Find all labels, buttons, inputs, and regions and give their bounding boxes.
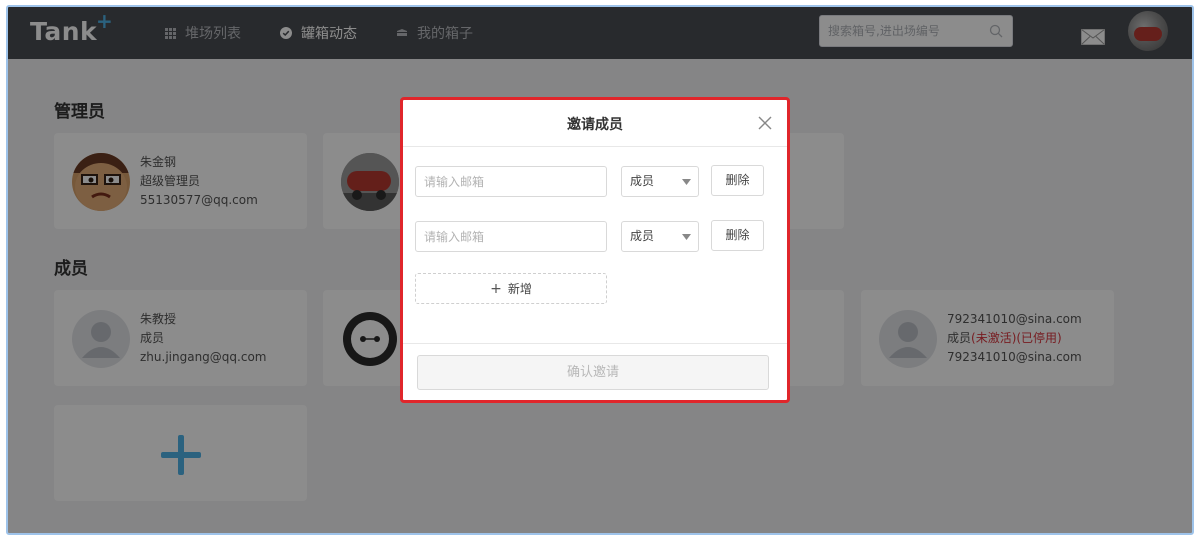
modal-header: 邀请成员 [403, 100, 787, 147]
add-row-label: 新增 [507, 282, 532, 296]
app-frame: Tank + 堆场列表 罐箱动态 我的箱子 搜索箱号,进出场编号 管理员 朱金钢… [6, 5, 1194, 535]
close-icon[interactable] [758, 116, 772, 130]
modal-footer: 确认邀请 [403, 343, 787, 403]
delete-button[interactable]: 删除 [711, 165, 764, 196]
add-row-button[interactable]: + 新增 [415, 273, 607, 304]
caret-down-icon [682, 234, 691, 240]
role-select[interactable]: 成员 [621, 166, 699, 197]
delete-button[interactable]: 删除 [711, 220, 764, 251]
invite-row: 成员 删除 [415, 220, 775, 253]
invite-member-modal: 邀请成员 成员 删除 成员 删除 + 新增 [400, 97, 790, 403]
email-field[interactable] [415, 166, 607, 197]
modal-title: 邀请成员 [567, 117, 623, 133]
invite-row: 成员 删除 [415, 165, 775, 198]
plus-icon: + [490, 280, 502, 297]
role-select-value: 成员 [630, 229, 655, 243]
email-field[interactable] [415, 221, 607, 252]
caret-down-icon [682, 179, 691, 185]
role-select-value: 成员 [630, 174, 655, 188]
role-select[interactable]: 成员 [621, 221, 699, 252]
confirm-invite-button[interactable]: 确认邀请 [417, 355, 769, 390]
